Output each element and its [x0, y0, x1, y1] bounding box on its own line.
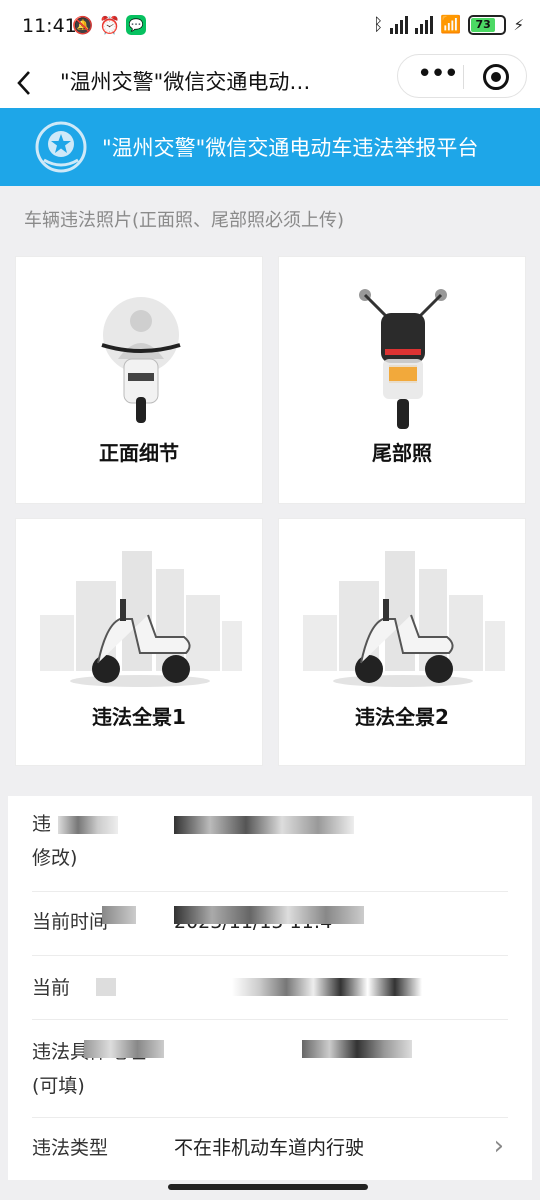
- wechat-icon: 💬: [126, 15, 147, 35]
- panorama-2-label: 违法全景2: [355, 705, 449, 729]
- nav-title: "温州交警"微信交通电动…: [60, 70, 311, 94]
- redacted-block: [96, 978, 116, 996]
- mini-program-capsule: •••: [397, 54, 527, 98]
- redacted-block: [102, 906, 136, 924]
- row-label-secondary: (可填): [32, 1075, 85, 1097]
- banner: "温州交警"微信交通电动车违法举报平台: [0, 108, 540, 186]
- panorama-2-upload[interactable]: 违法全景2: [278, 518, 526, 766]
- rear-photo-label: 尾部照: [372, 441, 432, 465]
- scooter-front-icon: [101, 297, 181, 423]
- chevron-right-icon: ›: [493, 1131, 504, 1161]
- current-location-row[interactable]: 当前: [32, 956, 508, 1020]
- wifi-icon: 📶: [440, 15, 462, 35]
- redacted-block: [302, 1040, 412, 1058]
- signal-icon: [390, 16, 409, 34]
- row-label-secondary: 修改): [32, 847, 78, 869]
- row-label: 当前: [32, 977, 71, 999]
- redacted-block: [174, 906, 364, 924]
- panorama-1-upload[interactable]: 违法全景1: [15, 518, 263, 766]
- battery-icon: 73: [468, 15, 507, 35]
- redacted-block: [84, 1040, 164, 1058]
- capsule-divider: [463, 65, 464, 89]
- more-button[interactable]: •••: [414, 59, 460, 95]
- alarm-icon: ⏰: [99, 16, 121, 36]
- chevron-left-icon: [17, 71, 30, 95]
- photo-section-label: 车辆违法照片(正面照、尾部照必须上传): [24, 210, 345, 231]
- panorama-1-label: 违法全景1: [92, 705, 186, 729]
- home-indicator[interactable]: [168, 1184, 368, 1190]
- violation-time-row[interactable]: 违 修改): [32, 808, 508, 892]
- banner-title: "温州交警"微信交通电动车违法举报平台: [102, 136, 479, 160]
- row-label: 违: [32, 813, 52, 835]
- redacted-block: [232, 978, 422, 996]
- scooter-city-icon: [40, 551, 242, 687]
- mute-icon: 🔕: [72, 16, 94, 36]
- scooter-city-icon: [303, 551, 505, 687]
- nav-bar: "温州交警"微信交通电动… •••: [0, 54, 540, 108]
- status-right-icons: ᛒ 📶 73 ⚡: [373, 15, 524, 35]
- status-time: 11:41: [22, 15, 77, 37]
- bluetooth-icon: ᛒ: [373, 15, 384, 35]
- violation-address-row[interactable]: 违法具体地址 (可填): [32, 1020, 508, 1118]
- rear-photo-upload[interactable]: 尾部照: [278, 256, 526, 504]
- violation-type-row[interactable]: 违法类型 不在非机动车道内行驶 ›: [32, 1118, 508, 1180]
- front-photo-upload[interactable]: 正面细节: [15, 256, 263, 504]
- scooter-rear-icon: [359, 289, 447, 429]
- redacted-block: [58, 816, 118, 834]
- front-photo-label: 正面细节: [99, 441, 179, 465]
- charging-icon: ⚡: [513, 16, 524, 34]
- status-bar: 11:41 🔕 ⏰ 💬 ᛒ 📶 73 ⚡: [0, 0, 540, 54]
- violation-type-value: 不在非机动车道内行驶: [174, 1137, 365, 1159]
- row-label: 当前时间: [32, 911, 109, 933]
- row-label: 违法类型: [32, 1137, 109, 1159]
- close-mini-program-button[interactable]: [483, 64, 509, 90]
- back-button[interactable]: [14, 62, 46, 100]
- redacted-block: [174, 816, 354, 834]
- signal-icon-2: [415, 16, 434, 34]
- battery-level: 73: [471, 18, 495, 32]
- report-form: 违 修改) 当前时间 2023/11/15 11:4 当前 违法具体地址 (可填…: [8, 796, 532, 1180]
- status-left-icons: 🔕 ⏰ 💬: [72, 15, 147, 37]
- police-emblem-icon: [35, 121, 87, 173]
- current-time-row: 当前时间 2023/11/15 11:4: [32, 892, 508, 956]
